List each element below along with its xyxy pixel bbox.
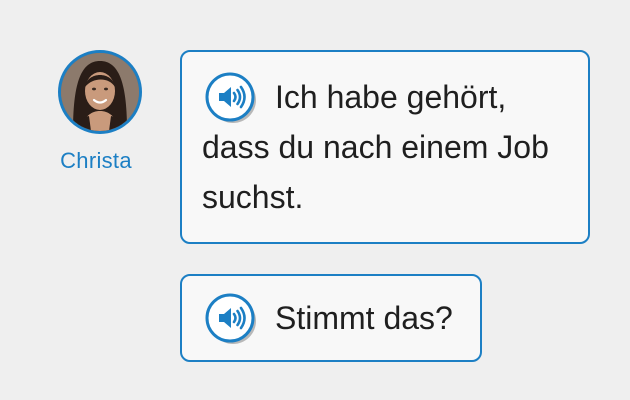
woman-portrait-icon xyxy=(61,53,139,131)
avatar xyxy=(58,50,142,134)
speaker: Christa xyxy=(55,50,145,174)
play-audio-button[interactable] xyxy=(205,293,256,344)
speaker-name: Christa xyxy=(60,148,132,173)
speaker-audio-icon xyxy=(205,293,256,344)
message-bubble: Stimmt das? xyxy=(180,274,482,362)
play-audio-button[interactable] xyxy=(205,72,256,123)
speaker-audio-icon xyxy=(205,72,256,123)
message-bubble: Ich habe gehört, dass du nach einem Job … xyxy=(180,50,590,244)
message-text: Stimmt das? xyxy=(275,300,453,336)
